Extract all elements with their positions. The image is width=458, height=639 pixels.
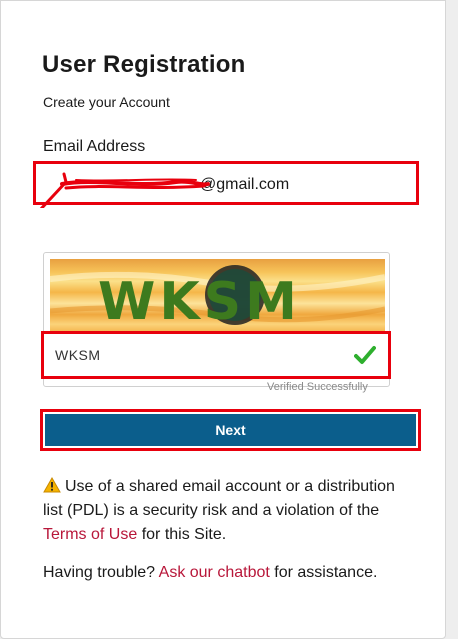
captcha-graphic: WKSM (50, 265, 385, 332)
captcha-value: WKSM (55, 347, 101, 363)
help-suffix: for assistance. (274, 564, 378, 581)
check-icon (354, 346, 376, 364)
registration-card: User Registration Create your Account Em… (0, 0, 446, 639)
next-button-frame: Next (40, 409, 421, 451)
captcha-input[interactable]: WKSM (41, 331, 391, 379)
notice-text-end: for this Site. (141, 526, 227, 543)
email-label: Email Address (43, 138, 146, 155)
email-field[interactable]: @gmail.com (33, 161, 419, 208)
email-domain: @gmail.com (200, 176, 290, 193)
notice-text: Use of a shared email account or a distr… (43, 478, 395, 519)
terms-of-use-link[interactable]: Terms of Use (43, 526, 137, 543)
security-notice: Use of a shared email account or a distr… (43, 475, 413, 547)
captcha-image: WKSM (50, 259, 385, 333)
page-title: User Registration (42, 51, 246, 78)
captcha-text: WKSM (98, 272, 301, 332)
email-value: @gmail.com (60, 176, 289, 194)
chatbot-link[interactable]: Ask our chatbot (159, 564, 270, 581)
help-prefix: Having trouble? (43, 564, 156, 581)
next-button[interactable]: Next (45, 414, 416, 446)
warning-icon (43, 477, 61, 493)
verified-status: Verified Successfully (267, 381, 368, 393)
help-text: Having trouble? Ask our chatbot for assi… (43, 564, 377, 582)
page-subtitle: Create your Account (43, 94, 170, 110)
